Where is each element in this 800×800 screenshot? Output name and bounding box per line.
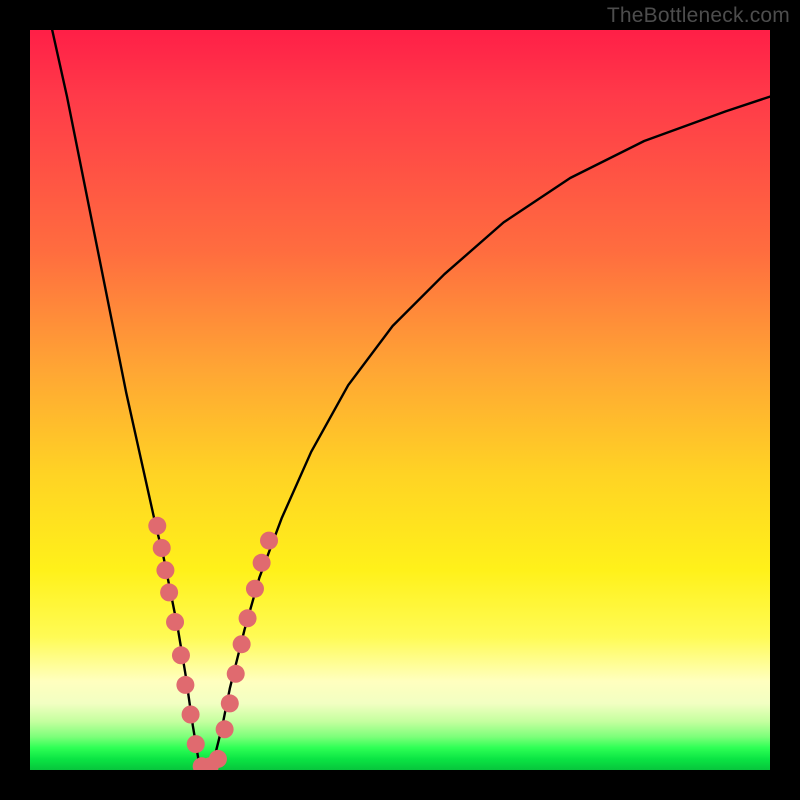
marker-dot [221, 694, 239, 712]
marker-dot [216, 720, 234, 738]
data-markers [148, 517, 278, 770]
outer-frame: TheBottleneck.com [0, 0, 800, 800]
marker-dot [176, 676, 194, 694]
marker-dot [160, 583, 178, 601]
plot-area [30, 30, 770, 770]
marker-dot [253, 554, 271, 572]
marker-dot [153, 539, 171, 557]
marker-dot [166, 613, 184, 631]
marker-dot [156, 561, 174, 579]
chart-svg [30, 30, 770, 770]
marker-dot [187, 735, 205, 753]
watermark-text: TheBottleneck.com [607, 4, 790, 28]
marker-dot [209, 750, 227, 768]
marker-dot [148, 517, 166, 535]
marker-dot [182, 706, 200, 724]
bottleneck-curve [52, 30, 770, 770]
marker-dot [172, 646, 190, 664]
marker-dot [239, 609, 257, 627]
marker-dot [227, 665, 245, 683]
marker-dot [260, 532, 278, 550]
marker-dot [233, 635, 251, 653]
marker-dot [246, 580, 264, 598]
